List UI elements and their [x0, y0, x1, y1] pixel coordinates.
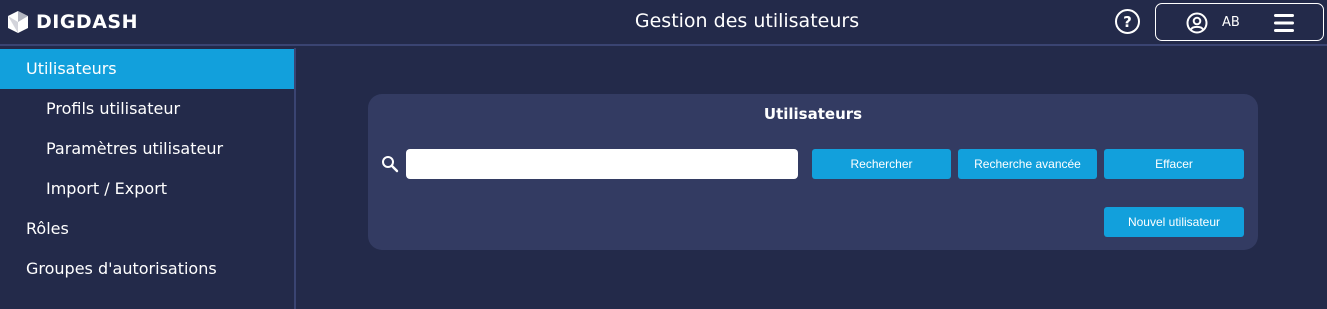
help-button[interactable]: ?: [1115, 9, 1140, 34]
user-initials: AB: [1222, 15, 1240, 30]
sidebar-item-users[interactable]: Utilisateurs: [0, 49, 294, 89]
advanced-search-button[interactable]: Recherche avancée: [958, 149, 1097, 179]
sidebar: Utilisateurs Profils utilisateur Paramèt…: [0, 48, 296, 309]
top-bar: DIGDASH Gestion des utilisateurs ? AB: [0, 0, 1327, 46]
sidebar-item-label: Utilisateurs: [26, 59, 117, 78]
sidebar-item-label: Import / Export: [46, 179, 168, 198]
sidebar-item-user-profiles[interactable]: Profils utilisateur: [0, 89, 294, 129]
sidebar-item-label: Paramètres utilisateur: [46, 139, 224, 158]
sidebar-item-authorization-groups[interactable]: Groupes d'autorisations: [0, 249, 294, 289]
users-panel: Utilisateurs Rechercher Recherche avancé…: [368, 94, 1258, 250]
panel-title: Utilisateurs: [763, 105, 863, 123]
search-icon: [382, 156, 399, 173]
new-user-button[interactable]: Nouvel utilisateur: [1104, 207, 1244, 237]
sidebar-item-roles[interactable]: Rôles: [0, 209, 294, 249]
hamburger-menu-icon[interactable]: [1273, 13, 1295, 33]
sidebar-item-label: Profils utilisateur: [46, 99, 181, 118]
clear-button[interactable]: Effacer: [1104, 149, 1244, 179]
user-menu-button[interactable]: AB: [1155, 3, 1324, 41]
sidebar-item-import-export[interactable]: Import / Export: [0, 169, 294, 209]
sidebar-item-user-settings[interactable]: Paramètres utilisateur: [0, 129, 294, 169]
sidebar-item-label: Groupes d'autorisations: [26, 259, 217, 278]
sidebar-item-label: Rôles: [26, 219, 69, 238]
search-input[interactable]: [406, 149, 798, 179]
search-button[interactable]: Rechercher: [812, 149, 951, 179]
user-circle-icon: [1186, 12, 1208, 34]
help-icon: ?: [1123, 12, 1132, 31]
